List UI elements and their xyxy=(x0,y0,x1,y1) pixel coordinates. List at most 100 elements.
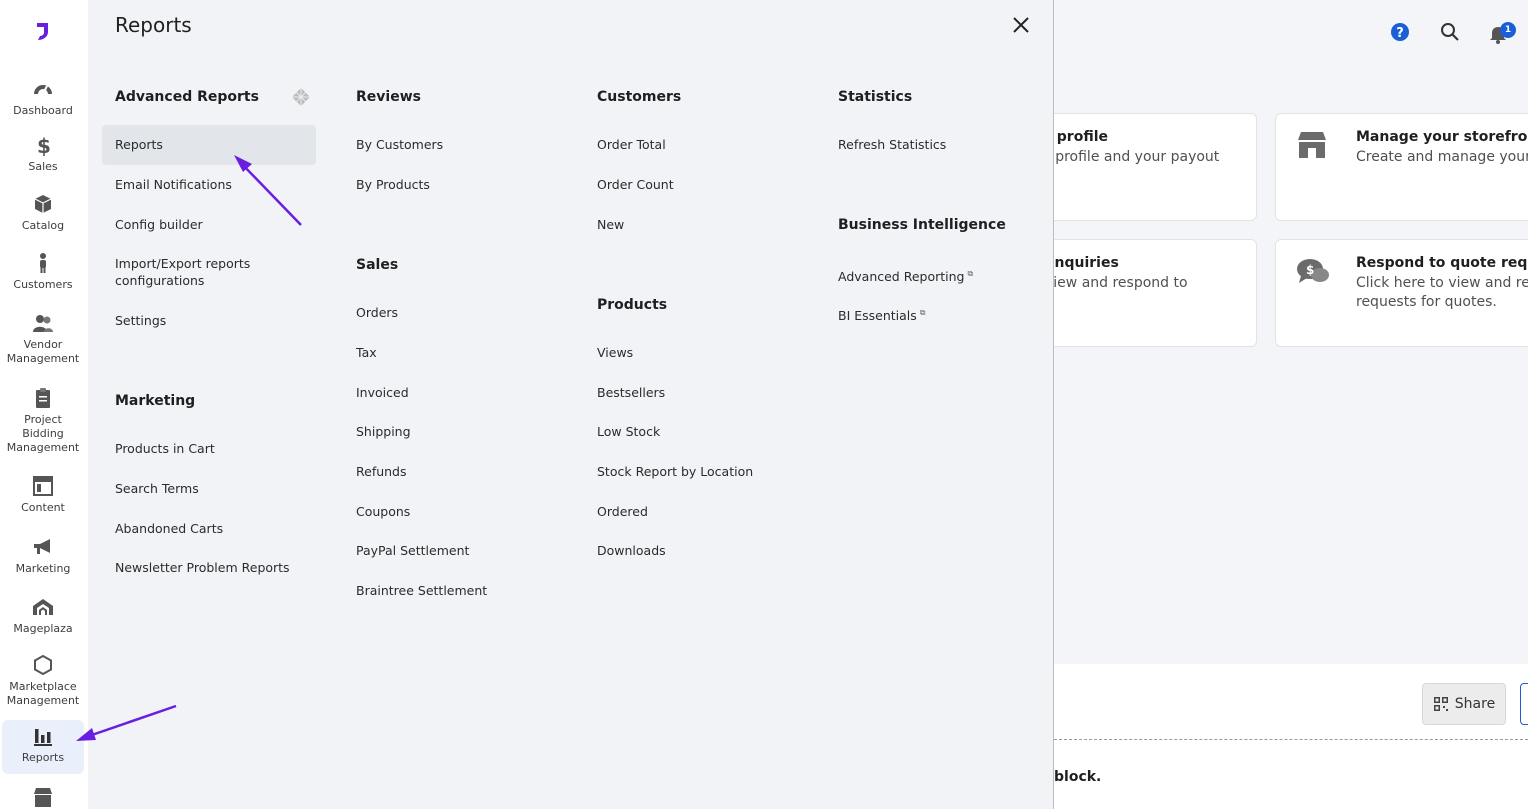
help-icon[interactable]: ? xyxy=(1390,22,1410,42)
hexagon-icon xyxy=(34,654,52,676)
box-icon xyxy=(34,195,52,213)
sidebar-item-label: Sales xyxy=(28,160,58,173)
link-products-in-cart[interactable]: Products in Cart xyxy=(115,440,215,457)
link-stock-report-by-location[interactable]: Stock Report by Location xyxy=(597,463,753,480)
link-email-notifications[interactable]: Email Notifications xyxy=(115,176,232,193)
sidebar-item-marketing[interactable]: Marketing xyxy=(2,536,84,576)
bar-chart-icon xyxy=(34,729,52,746)
link-reports[interactable]: Reports xyxy=(115,136,163,153)
link-newsletter-problem-reports[interactable]: Newsletter Problem Reports xyxy=(115,559,290,576)
link-advanced-reporting[interactable]: Advanced Reporting ⧉ xyxy=(838,265,973,285)
store-icon[interactable] xyxy=(32,786,54,808)
link-search-terms[interactable]: Search Terms xyxy=(115,480,199,497)
page-builder-area: Share block. xyxy=(1054,664,1528,809)
link-by-products[interactable]: By Products xyxy=(356,176,430,193)
enquiries-card[interactable]: enquiries view and respond to xyxy=(1044,239,1257,347)
link-by-customers[interactable]: By Customers xyxy=(356,136,443,153)
group-title-products: Products xyxy=(597,297,668,313)
link-shipping[interactable]: Shipping xyxy=(356,423,411,440)
sidebar-item-label: Marketplace Management xyxy=(6,680,80,707)
link-invoiced[interactable]: Invoiced xyxy=(356,384,409,401)
clipboard-icon xyxy=(36,388,50,408)
layout-icon xyxy=(33,476,53,496)
link-coupons[interactable]: Coupons xyxy=(356,503,410,520)
link-order-count[interactable]: Order Count xyxy=(597,176,674,193)
link-paypal-settlement[interactable]: PayPal Settlement xyxy=(356,542,469,559)
logo-icon[interactable] xyxy=(32,20,54,42)
sidebar-item-label: Content xyxy=(21,501,65,514)
notification-badge: 1 xyxy=(1500,22,1516,38)
group-title-marketing: Marketing xyxy=(115,393,196,409)
sidebar-item-marketplace-management[interactable]: Marketplace Management xyxy=(2,654,84,708)
sidebar-item-label: Reports xyxy=(21,751,65,764)
link-config-builder[interactable]: Config builder xyxy=(115,216,203,233)
background-dashboard: ? 1 r profile r profile and your payout … xyxy=(1044,0,1528,809)
sidebar-item-label: Dashboard xyxy=(13,104,73,117)
group-title-statistics: Statistics xyxy=(838,89,913,105)
card-title: r profile xyxy=(1045,129,1108,145)
svg-text:?: ? xyxy=(1396,26,1404,41)
svg-text:$: $ xyxy=(37,134,51,156)
storefront-card[interactable]: Manage your storefront Create and manage… xyxy=(1275,113,1528,221)
notifications-button[interactable]: 1 xyxy=(1488,22,1528,44)
card-title: Respond to quote reque xyxy=(1356,255,1528,271)
dashboard-icon xyxy=(34,85,52,95)
sidebar-item-label: Catalog xyxy=(21,219,65,232)
link-low-stock[interactable]: Low Stock xyxy=(597,423,660,440)
edge-button[interactable] xyxy=(1520,683,1528,725)
link-tax[interactable]: Tax xyxy=(356,344,377,361)
chat-dollar-icon: $ xyxy=(1297,259,1329,283)
share-label: Share xyxy=(1454,696,1496,712)
link-import-export[interactable]: Import/Export reports configurations xyxy=(115,255,305,289)
card-description: Create and manage your s xyxy=(1356,149,1528,165)
sidebar-item-content[interactable]: Content xyxy=(2,475,84,515)
group-title-business-intelligence: Business Intelligence xyxy=(838,217,1006,233)
svg-text:$: $ xyxy=(1306,263,1314,277)
sidebar-item-sales[interactable]: $ Sales xyxy=(2,134,84,174)
sidebar-item-vendor-management[interactable]: Vendor Management xyxy=(2,312,84,366)
link-ordered[interactable]: Ordered xyxy=(597,503,648,520)
link-downloads[interactable]: Downloads xyxy=(597,542,666,559)
card-description: view and respond to xyxy=(1045,275,1188,291)
mageplaza-icon xyxy=(33,599,53,615)
sidebar-item-mageplaza[interactable]: Mageplaza xyxy=(2,596,84,636)
quote-requests-card[interactable]: $ Respond to quote reque Click here to v… xyxy=(1275,239,1528,347)
close-icon[interactable] xyxy=(1010,14,1032,36)
link-bestsellers[interactable]: Bestsellers xyxy=(597,384,665,401)
link-refunds[interactable]: Refunds xyxy=(356,463,407,480)
people-icon xyxy=(33,315,53,332)
link-label: BI Essentials xyxy=(838,308,917,324)
sidebar-item-project-bidding[interactable]: Project Bidding Management xyxy=(2,387,84,455)
storefront-icon xyxy=(1298,132,1326,158)
sidebar-item-label: Project Bidding Management xyxy=(6,413,80,454)
share-button[interactable]: Share xyxy=(1422,683,1506,725)
link-views[interactable]: Views xyxy=(597,344,633,361)
link-settings[interactable]: Settings xyxy=(115,312,166,329)
sidebar-item-reports[interactable]: Reports xyxy=(2,720,84,774)
card-description-line2: requests for quotes. xyxy=(1356,294,1497,310)
card-description: r profile and your payout xyxy=(1045,149,1220,165)
link-braintree-settlement[interactable]: Braintree Settlement xyxy=(356,582,487,599)
sidebar-item-label: Marketing xyxy=(15,562,71,575)
search-icon[interactable] xyxy=(1440,22,1460,42)
group-title-customers: Customers xyxy=(597,89,682,105)
link-bi-essentials[interactable]: BI Essentials ⧉ xyxy=(838,304,926,324)
link-refresh-statistics[interactable]: Refresh Statistics xyxy=(838,136,946,153)
sidebar-item-label: Customers xyxy=(13,278,73,291)
link-new[interactable]: New xyxy=(597,216,624,233)
link-abandoned-carts[interactable]: Abandoned Carts xyxy=(115,520,223,537)
sidebar-item-catalog[interactable]: Catalog xyxy=(2,193,84,233)
group-title-reviews: Reviews xyxy=(356,89,421,105)
group-title-sales: Sales xyxy=(356,257,399,273)
sidebar-item-dashboard[interactable]: Dashboard xyxy=(2,78,84,118)
external-link-icon: ⧉ xyxy=(967,269,974,278)
sidebar-item-customers[interactable]: Customers xyxy=(2,252,84,292)
link-order-total[interactable]: Order Total xyxy=(597,136,666,153)
card-title: enquiries xyxy=(1045,255,1119,271)
card-description: Click here to view and resp xyxy=(1356,275,1528,291)
dollar-icon: $ xyxy=(37,134,51,156)
profile-card[interactable]: r profile r profile and your payout xyxy=(1044,113,1257,221)
reports-flyout-panel: Reports Advanced Reports Reports Email N… xyxy=(88,0,1054,809)
link-orders[interactable]: Orders xyxy=(356,304,398,321)
sidebar-item-label: Vendor Management xyxy=(6,338,80,365)
